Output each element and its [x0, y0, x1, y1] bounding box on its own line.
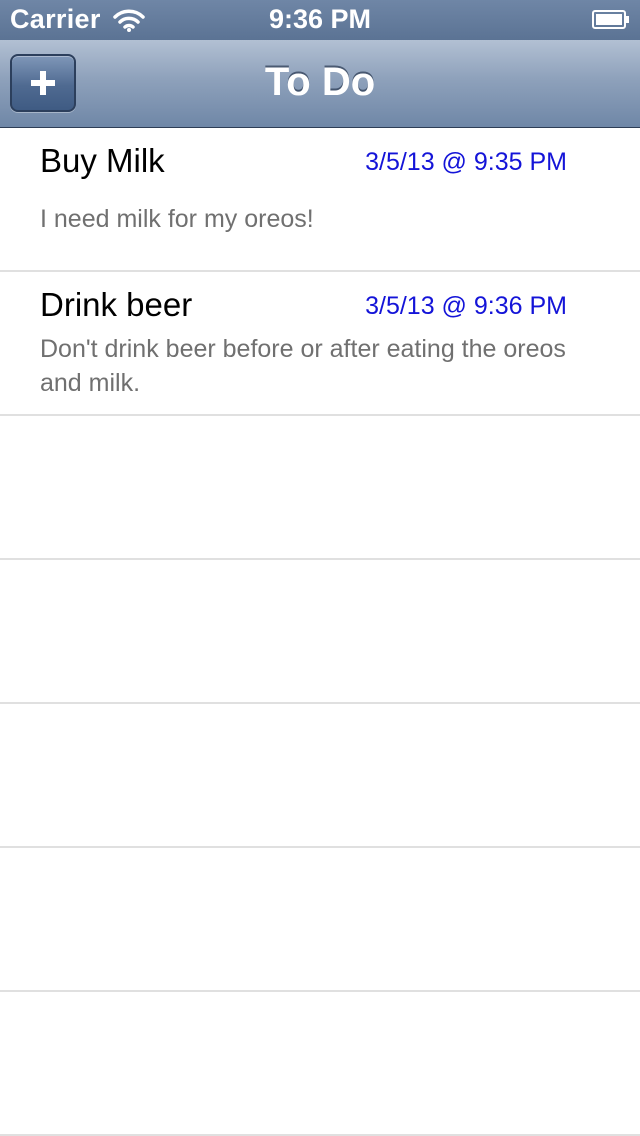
empty-row: [0, 560, 640, 704]
empty-row: [0, 416, 640, 560]
battery-icon: [592, 10, 629, 29]
todo-note: I need milk for my oreos!: [40, 205, 314, 233]
empty-row: [0, 848, 640, 992]
todo-screen: Carrier 9:36 PM To Do Buy Milk 3/5/13 @ …: [0, 0, 640, 1136]
status-time: 9:36 PM: [268, 4, 372, 34]
todo-title: Drink beer: [40, 286, 193, 323]
page-title: To Do: [264, 60, 376, 104]
todo-row[interactable]: Buy Milk 3/5/13 @ 9:35 PM I need milk fo…: [0, 128, 640, 272]
todo-date: 3/5/13 @ 9:35 PM: [365, 148, 567, 176]
status-bar: Carrier 9:36 PM: [0, 0, 640, 40]
empty-row: [0, 992, 640, 1136]
navigation-bar: To Do: [0, 40, 640, 128]
todo-table[interactable]: Buy Milk 3/5/13 @ 9:35 PM I need milk fo…: [0, 128, 640, 1136]
empty-row: [0, 704, 640, 848]
todo-row[interactable]: Drink beer 3/5/13 @ 9:36 PM Don't drink …: [0, 272, 640, 416]
todo-note: Don't drink beer before or after eating …: [40, 335, 566, 397]
todo-date: 3/5/13 @ 9:36 PM: [365, 292, 567, 320]
todo-title: Buy Milk: [40, 142, 165, 179]
